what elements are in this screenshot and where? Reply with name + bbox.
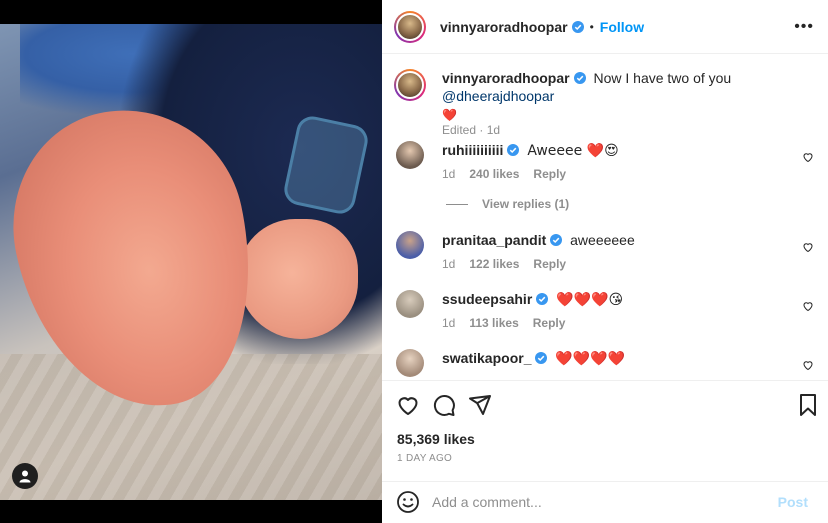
comment-body: ruhiiiiiiiiii Aweeee ❤️😍 bbox=[442, 141, 782, 160]
share-icon[interactable] bbox=[468, 393, 492, 417]
heart-icon[interactable] bbox=[802, 151, 814, 163]
commenter-username[interactable]: pranitaa_pandit bbox=[442, 232, 546, 248]
comment-likes[interactable]: 122 likes bbox=[469, 257, 519, 271]
post-header: vinnyaroradhoopar • Follow ••• bbox=[382, 0, 828, 54]
heart-icon[interactable] bbox=[802, 241, 814, 253]
instagram-post-window: vinnyaroradhoopar • Follow ••• vinnyaror… bbox=[0, 0, 828, 523]
post-timestamp: 1 DAY AGO bbox=[397, 453, 453, 464]
verified-icon bbox=[550, 234, 563, 246]
commenter-avatar[interactable] bbox=[396, 349, 424, 377]
comment-text: ❤️❤️❤️😘 bbox=[556, 292, 624, 308]
verified-icon bbox=[573, 72, 586, 84]
heart-icon[interactable] bbox=[802, 300, 814, 312]
verified-icon bbox=[535, 352, 548, 364]
media-panel bbox=[0, 0, 382, 523]
like-heart-icon[interactable] bbox=[396, 393, 420, 417]
caption-author[interactable]: vinnyaroradhoopar bbox=[442, 70, 570, 86]
comment-body: pranitaa_pandit aweeeeee bbox=[442, 231, 782, 249]
follow-button[interactable]: Follow bbox=[600, 19, 644, 35]
more-icon[interactable]: ••• bbox=[794, 18, 814, 36]
commenter-avatar[interactable] bbox=[396, 141, 424, 169]
caption-emoji: ❤️ bbox=[442, 108, 457, 122]
verified-icon bbox=[507, 144, 520, 156]
photo-small-foot bbox=[238, 219, 358, 339]
caption-meta: Edited · 1d bbox=[442, 123, 501, 137]
comment-icon[interactable] bbox=[432, 393, 456, 417]
heart-icon[interactable] bbox=[802, 359, 814, 371]
caption-text: Now I have two of you bbox=[593, 70, 732, 86]
author-username[interactable]: vinnyaroradhoopar bbox=[440, 19, 568, 35]
comment-meta: 1d 240 likes Reply bbox=[442, 167, 566, 181]
post-button[interactable]: Post bbox=[778, 494, 808, 510]
comments-list[interactable]: vinnyaroradhoopar Now I have two of you … bbox=[382, 55, 828, 380]
comment-likes[interactable]: 240 likes bbox=[469, 167, 519, 181]
view-replies-label: View replies (1) bbox=[482, 197, 570, 211]
caption-body: vinnyaroradhoopar Now I have two of you … bbox=[442, 69, 802, 124]
replies-line bbox=[446, 203, 468, 205]
reply-button[interactable]: Reply bbox=[533, 167, 566, 181]
caption-mention[interactable]: @dheerajdhoopar bbox=[442, 88, 554, 104]
commenter-avatar[interactable] bbox=[396, 231, 424, 259]
comment-meta: 1d 122 likes Reply bbox=[442, 257, 566, 271]
comment-body: ssudeepsahir ❤️❤️❤️😘 bbox=[442, 290, 782, 309]
separator-dot: • bbox=[589, 19, 594, 34]
post-actions: 85,369 likes 1 DAY AGO bbox=[382, 380, 828, 482]
commenter-avatar[interactable] bbox=[396, 290, 424, 318]
post-sidebar: vinnyaroradhoopar • Follow ••• vinnyaror… bbox=[382, 0, 828, 523]
commenter-username[interactable]: swatikapoor_ bbox=[442, 350, 531, 366]
add-comment-bar: Post bbox=[382, 481, 828, 523]
smile-icon[interactable] bbox=[396, 490, 420, 514]
comment-input[interactable] bbox=[432, 491, 762, 513]
bookmark-icon[interactable] bbox=[796, 393, 820, 417]
comment-age: 1d bbox=[442, 167, 456, 181]
author-avatar[interactable] bbox=[394, 10, 426, 43]
comment-age: 1d bbox=[442, 257, 456, 271]
post-photo[interactable] bbox=[0, 24, 382, 500]
likes-count[interactable]: 85,369 likes bbox=[397, 431, 475, 447]
caption-author-avatar[interactable] bbox=[394, 69, 426, 101]
comment-text: Aweeee ❤️😍 bbox=[527, 143, 619, 159]
view-replies-button[interactable]: View replies (1) bbox=[446, 197, 569, 211]
comment-likes[interactable]: 113 likes bbox=[469, 316, 518, 330]
comment-body: swatikapoor_ ❤️❤️❤️❤️ bbox=[442, 349, 782, 368]
comment-text: aweeeeee bbox=[570, 232, 635, 248]
comment-meta: 1d 113 likes Reply bbox=[442, 316, 565, 330]
commenter-username[interactable]: ssudeepsahir bbox=[442, 291, 532, 307]
reply-button[interactable]: Reply bbox=[533, 257, 566, 271]
verified-icon bbox=[536, 293, 549, 305]
reply-button[interactable]: Reply bbox=[533, 316, 566, 330]
user-tag-icon[interactable] bbox=[12, 463, 38, 489]
commenter-username[interactable]: ruhiiiiiiiiii bbox=[442, 142, 503, 158]
comment-text: ❤️❤️❤️❤️ bbox=[555, 351, 626, 367]
verified-icon bbox=[571, 20, 584, 33]
comment-age: 1d bbox=[442, 316, 456, 330]
